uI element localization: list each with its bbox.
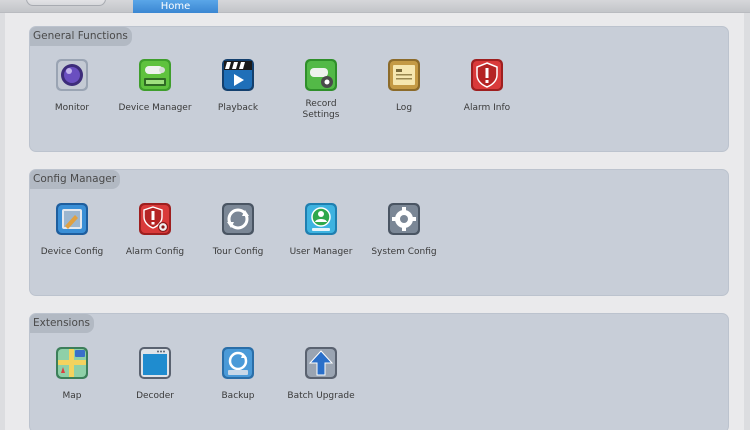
item-label: Decoder: [136, 391, 174, 401]
device-manager-button[interactable]: Device Manager: [113, 58, 197, 132]
item-label: Backup: [221, 391, 255, 401]
log-button[interactable]: Log: [362, 58, 446, 132]
log-icon: [387, 58, 421, 92]
system-config-icon: [387, 202, 421, 236]
playback-button[interactable]: Playback: [196, 58, 280, 132]
item-label: Batch Upgrade: [287, 391, 355, 401]
alarm-config-icon: [138, 202, 172, 236]
tour-config-icon: [221, 202, 255, 236]
tab-home[interactable]: Home: [133, 0, 218, 13]
section-title: General Functions: [30, 27, 132, 46]
alarm-info-icon: [470, 58, 504, 92]
item-label: Tour Config: [212, 247, 264, 257]
record-settings-icon: [304, 58, 338, 92]
item-label: System Config: [371, 247, 437, 257]
item-label: Device Config: [40, 247, 104, 257]
item-label: Playback: [217, 103, 259, 113]
map-button[interactable]: Map: [30, 346, 114, 420]
user-manager-icon: [304, 202, 338, 236]
monitor-button[interactable]: Monitor: [30, 58, 114, 132]
map-icon: [55, 346, 89, 380]
playback-icon: [221, 58, 255, 92]
backup-button[interactable]: Backup: [196, 346, 280, 420]
item-label: Device Manager: [118, 103, 192, 113]
decoder-button[interactable]: Decoder: [113, 346, 197, 420]
section-general-functions: General Functions Monitor Device Manager…: [29, 26, 729, 152]
record-settings-button[interactable]: Record Settings: [279, 58, 363, 132]
backup-icon: [221, 346, 255, 380]
item-label: Alarm Config: [125, 247, 185, 257]
item-label: User Manager: [289, 247, 353, 257]
user-manager-button[interactable]: User Manager: [279, 202, 363, 276]
device-config-button[interactable]: Device Config: [30, 202, 114, 276]
item-label: Monitor: [54, 103, 90, 113]
batch-upgrade-button[interactable]: Batch Upgrade: [279, 346, 363, 420]
alarm-info-button[interactable]: Alarm Info: [445, 58, 529, 132]
section-title: Config Manager: [30, 170, 121, 189]
decoder-icon: [138, 346, 172, 380]
tour-config-button[interactable]: Tour Config: [196, 202, 280, 276]
item-label: Log: [395, 103, 413, 113]
left-border: [0, 13, 5, 430]
system-config-button[interactable]: System Config: [362, 202, 446, 276]
right-border: [744, 13, 750, 430]
monitor-icon: [55, 58, 89, 92]
top-pill-button[interactable]: [26, 0, 106, 6]
section-title: Extensions: [30, 314, 95, 333]
device-config-icon: [55, 202, 89, 236]
batch-upgrade-icon: [304, 346, 338, 380]
alarm-config-button[interactable]: Alarm Config: [113, 202, 197, 276]
section-extensions: Extensions Map Decoder Backup Batch Upgr…: [29, 313, 729, 430]
device-manager-icon: [138, 58, 172, 92]
section-config-manager: Config Manager Device Config Alarm Confi…: [29, 169, 729, 296]
item-label: Alarm Info: [463, 103, 511, 113]
item-label: Record Settings: [302, 99, 340, 120]
top-bar: Home: [0, 0, 750, 13]
item-label: Map: [62, 391, 82, 401]
